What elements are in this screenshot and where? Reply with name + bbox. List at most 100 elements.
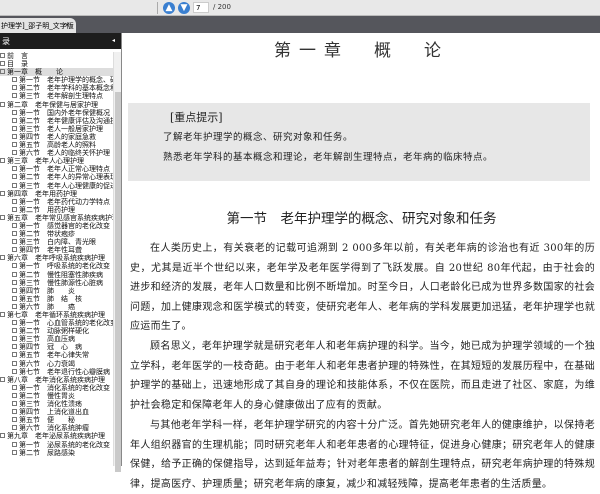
toc-section-item[interactable]: 第四节 冠 心 病: [0, 343, 113, 351]
toc-section-item[interactable]: 第二节 老年学科的基本概念和理论: [0, 84, 113, 92]
toc-section-item[interactable]: 第六节 消化系统肿瘤: [0, 424, 113, 432]
toc-section-item[interactable]: 第四节 老年性耳聋: [0, 246, 113, 254]
toc-section-item[interactable]: 第一节 消化系统的老化改变: [0, 384, 113, 392]
bookmark-icon: [12, 320, 17, 326]
toc-section-item[interactable]: 第三节 消化性溃疡: [0, 400, 113, 408]
toc-item-label: 第六章 老年呼吸系统疾病护理: [7, 254, 105, 263]
toc-chapter-item[interactable]: 第五章 老年常见感官系统疾病护理: [0, 214, 113, 222]
toc-section-item[interactable]: 第二节 用药护理: [0, 206, 113, 214]
arrow-down-icon[interactable]: ▼: [178, 2, 190, 14]
toc-section-item[interactable]: 第三节 慢性肺源性心脏病: [0, 279, 113, 287]
bookmark-icon: [12, 417, 17, 423]
scrollbar-thumb[interactable]: [115, 92, 121, 472]
toc-section-item[interactable]: 第三节 老年人心理健康的促进: [0, 182, 113, 190]
toc-item-label: 第二节 带状疱疹: [19, 230, 75, 239]
sidebar-scrollbar[interactable]: [113, 52, 121, 472]
bookmark-icon: [12, 287, 17, 293]
toc-section-item[interactable]: 第三节 老年解剖生理特点: [0, 92, 113, 100]
toc-section-item[interactable]: 第二节 动脉粥样硬化: [0, 327, 113, 335]
toc-section-item[interactable]: 第四节 老人的家庭急救: [0, 133, 113, 141]
toc-section-item[interactable]: 第二节 老年健康评估及沟通技巧: [0, 117, 113, 125]
bookmark-icon: [12, 263, 17, 269]
bookmark-icon: [0, 255, 5, 261]
collapse-icon[interactable]: ◂: [112, 37, 115, 44]
close-icon[interactable]: ×: [64, 21, 70, 29]
toc-chapter-item[interactable]: 第八章 老年消化系统疾病护理: [0, 376, 113, 384]
toc-section-item[interactable]: 第一节 感觉器官的老化改变: [0, 222, 113, 230]
toc-section-item[interactable]: 第五节 肺 结 核: [0, 295, 113, 303]
toc-chapter-item[interactable]: 第一章 概 论: [0, 68, 113, 77]
toc-section-item[interactable]: 第三节 白内障、青光眼: [0, 238, 113, 246]
toc-section-item[interactable]: 第一节 老年人正常心理特点: [0, 165, 113, 173]
toc-section-item[interactable]: 第二节 慢性胃炎: [0, 392, 113, 400]
page-number-input[interactable]: [193, 2, 209, 13]
toc-section-item[interactable]: 第一节 呼吸系统的老化改变: [0, 262, 113, 270]
bookmark-icon: [0, 190, 5, 196]
arrow-up-icon[interactable]: ▲: [163, 2, 175, 14]
document-tab[interactable]: 护理学]_邵子明_文字版 ×: [0, 18, 76, 33]
toc-section-item[interactable]: 第三节 高血压病: [0, 335, 113, 343]
document-page: 第一章 概 论 [重点提示] 了解老年护理学的概念、研究对象和任务。 熟悉老年学…: [123, 33, 600, 490]
toc-item-label: 第四节 老年性耳聋: [19, 246, 82, 255]
paragraph: 顾名思义，老年护理学就是研究老年人和老年病护理的科学。当今，她已成为护理学领域的…: [130, 341, 595, 411]
toc-chapter-item[interactable]: 目 录: [0, 60, 113, 68]
toc-chapter-item[interactable]: 第九章 老年泌尿系统疾病护理: [0, 432, 113, 440]
toc-item-label: 第三节 高血压病: [19, 335, 75, 344]
toc-item-label: 前 言: [7, 52, 28, 60]
paragraph: 在人类历史上，有关衰老的记载可追溯到 2 000多年以前，有关老年病的诊治也有近…: [130, 243, 595, 333]
toc-section-item[interactable]: 第六节 心力衰竭: [0, 360, 113, 368]
bookmark-icon: [0, 53, 5, 58]
toc-section-item[interactable]: 第五节 便 秘: [0, 416, 113, 424]
toc-chapter-item[interactable]: 第六章 老年呼吸系统疾病护理: [0, 254, 113, 262]
toc-section-item[interactable]: 第一节 心血管系统的老化改变: [0, 319, 113, 327]
toc-section-item[interactable]: 第七节 老年退行性心瓣膜病: [0, 368, 113, 376]
toc-item-label: 第七节 老年退行性心瓣膜病: [19, 367, 110, 376]
bookmark-icon: [12, 303, 17, 309]
toc-section-item[interactable]: 第二节 老年人的异常心理表现: [0, 173, 113, 181]
toc-section-item[interactable]: 第二节 尿路感染: [0, 449, 113, 457]
bookmark-icon: [12, 206, 17, 212]
toc-section-item[interactable]: 第一节 国内外老年保健概况: [0, 109, 113, 117]
bookmark-icon: [12, 271, 17, 277]
bookmark-icon: [12, 336, 17, 342]
toc-section-item[interactable]: 第六节 老人的临终关怀护理: [0, 149, 113, 157]
toc-section-item[interactable]: 第一节 泌尿系统的老化改变: [0, 441, 113, 449]
toc-section-item[interactable]: 第二节 慢性阻塞性肺疾病: [0, 271, 113, 279]
sidebar-header: 录 ◂: [0, 33, 121, 49]
toc-item-label: 第五节 便 秘: [19, 416, 75, 425]
toc-section-item[interactable]: 第一节 老年护理学的概念、研究对象和任务: [0, 76, 113, 84]
bookmark-icon: [12, 368, 17, 374]
toc-item-label: 第四节 肺 炎: [19, 286, 75, 295]
toc-item-label: 第五节 高龄老人的照料: [19, 141, 96, 150]
toc-item-label: 第一节 感觉器官的老化改变: [19, 221, 110, 230]
toc-chapter-item[interactable]: 第三章 老年人心理护理: [0, 157, 113, 165]
bookmark-icon: [12, 344, 17, 350]
toc-chapter-item[interactable]: 第四章 老年用药护理: [0, 190, 113, 198]
toc-section-item[interactable]: 第五节 老年心律失常: [0, 351, 113, 359]
bookmark-icon: [12, 441, 17, 447]
toc-section-item[interactable]: 第四节 肺 炎: [0, 287, 113, 295]
toc-chapter-item[interactable]: 第七章 老年循环系统疾病护理: [0, 311, 113, 319]
toc-item-label: 第二节 老年健康评估及沟通技巧: [19, 116, 113, 125]
bookmark-icon: [12, 425, 17, 431]
key-points-box: [重点提示] 了解老年护理学的概念、研究对象和任务。 熟悉老年学科的基本概念和理…: [128, 103, 590, 181]
toc-section-item[interactable]: 第四节 上消化道出血: [0, 408, 113, 416]
bookmark-icon: [0, 214, 5, 220]
toc-item-label: 第一节 国内外老年保健概况: [19, 108, 110, 117]
toc-section-item[interactable]: 第六节 肺 癌: [0, 303, 113, 311]
bookmark-icon: [12, 449, 17, 455]
toc-item-label: 第三章 老年人心理护理: [7, 157, 84, 166]
toc-section-item[interactable]: 第一节 老年药代动力学特点: [0, 198, 113, 206]
toc-section-item[interactable]: 第二节 带状疱疹: [0, 230, 113, 238]
toc-item-label: 第六节 肺 癌: [19, 302, 75, 311]
bookmark-icon: [12, 85, 17, 91]
bookmark-icon: [12, 198, 17, 204]
toc-item-label: 第五节 老年心律失常: [19, 351, 89, 360]
bookmark-icon: [12, 239, 17, 245]
toc-item-label: 第二节 老年人的异常心理表现: [19, 173, 113, 182]
toc-section-item[interactable]: 第五节 高龄老人的照料: [0, 141, 113, 149]
toc-section-item[interactable]: 第三节 老人一般居家护理: [0, 125, 113, 133]
bookmark-icon: [12, 150, 17, 156]
toc-chapter-item[interactable]: 第二章 老年保健与居家护理: [0, 101, 113, 109]
toc-chapter-item[interactable]: 前 言: [0, 52, 113, 60]
